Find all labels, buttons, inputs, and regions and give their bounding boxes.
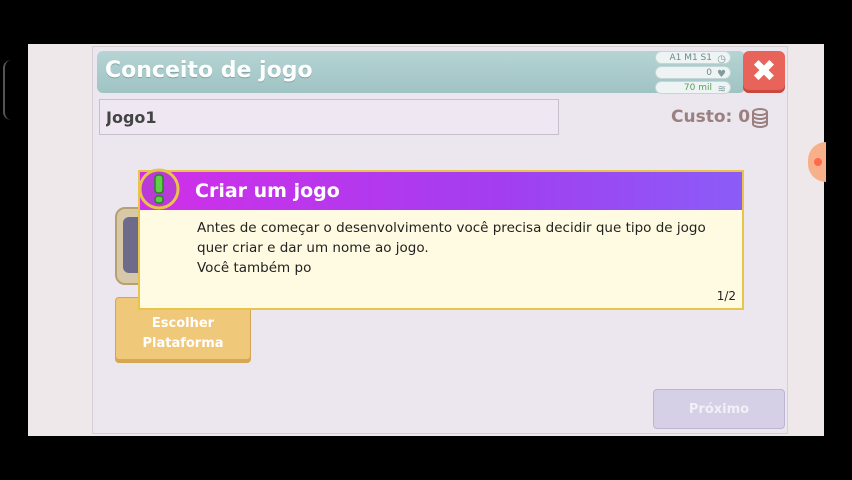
- tutorial-text: Antes de começar o desenvolvimento você …: [197, 218, 737, 278]
- next-button[interactable]: Próximo: [653, 389, 785, 429]
- cost-label: Custo: 0: [671, 107, 751, 127]
- tutorial-title: Criar um jogo: [195, 180, 340, 202]
- fans-label: 0: [706, 68, 712, 78]
- date-label: A1 M1 S1: [669, 53, 712, 63]
- tutorial-line: Você também po: [197, 260, 312, 276]
- fans-stat: 0 ♥: [655, 66, 731, 80]
- title-bar: Conceito de jogo: [97, 51, 745, 93]
- close-button[interactable]: ✖: [743, 51, 785, 93]
- coins-icon: ≋: [717, 84, 726, 95]
- tutorial-header: Criar um jogo: [140, 172, 742, 210]
- tutorial-line: Antes de começar o desenvolvimento você …: [197, 220, 706, 236]
- coin-stack-icon: [752, 108, 768, 129]
- close-icon: ✖: [751, 54, 777, 89]
- panel-title: Conceito de jogo: [105, 58, 313, 83]
- game-name-input[interactable]: [99, 99, 559, 135]
- clock-icon: ◷: [717, 54, 726, 65]
- tutorial-line: quer criar e dar um nome ao jogo.: [197, 240, 429, 256]
- device-edge: [3, 60, 11, 120]
- date-stat: A1 M1 S1 ◷: [655, 51, 731, 65]
- page-indicator: 1/2: [716, 289, 736, 303]
- exclamation-icon: [138, 168, 180, 210]
- money-stat: 70 mil ≋: [655, 81, 731, 95]
- tutorial-popup[interactable]: Criar um jogo Antes de começar o desenvo…: [138, 170, 744, 310]
- heart-icon: ♥: [717, 69, 726, 80]
- money-label: 70 mil: [683, 83, 712, 93]
